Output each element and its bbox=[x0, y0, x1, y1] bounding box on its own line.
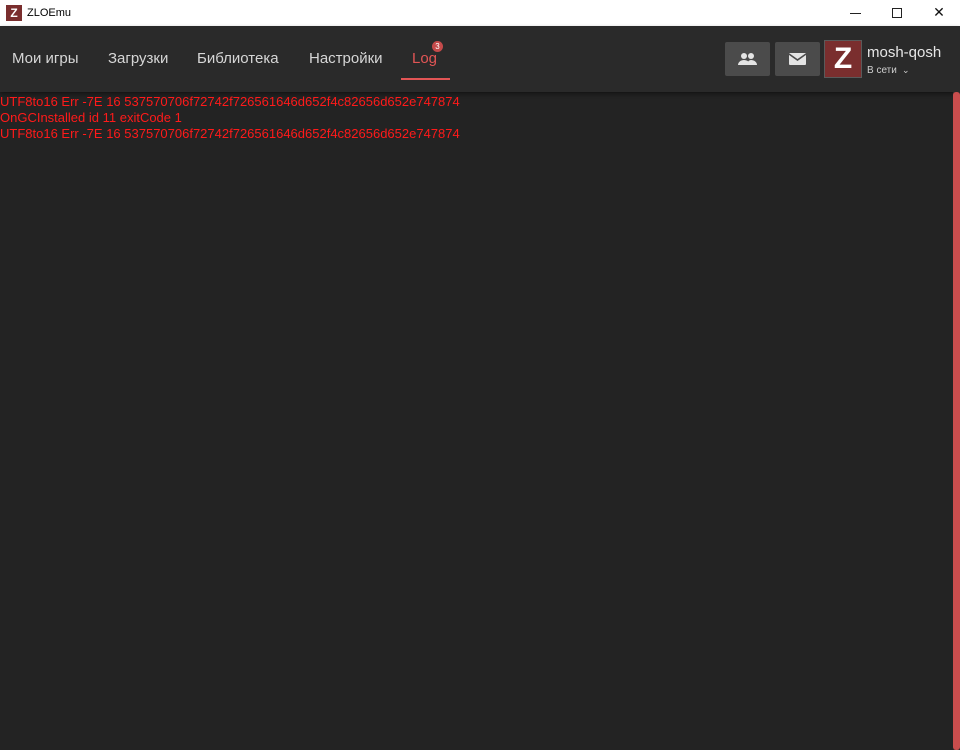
mail-icon bbox=[788, 53, 807, 65]
log-count-badge: 3 bbox=[432, 41, 443, 52]
friends-button[interactable] bbox=[725, 42, 770, 76]
maximize-icon bbox=[892, 8, 902, 18]
tab-log[interactable]: Log bbox=[412, 49, 437, 69]
scrollbar-thumb[interactable] bbox=[953, 92, 960, 750]
top-navigation: Мои игры Загрузки Библиотека Настройки L… bbox=[0, 26, 960, 92]
log-line: UTF8to16 Err -7E 16 537570706f72742f7265… bbox=[0, 94, 460, 109]
people-icon bbox=[738, 53, 757, 65]
minimize-button[interactable] bbox=[832, 0, 878, 26]
tab-my-games[interactable]: Мои игры bbox=[12, 49, 79, 69]
messages-button[interactable] bbox=[775, 42, 820, 76]
avatar-letter: Z bbox=[833, 42, 853, 75]
minimize-icon bbox=[849, 12, 861, 14]
window-titlebar: Z ZLOEmu ✕ bbox=[0, 0, 960, 26]
app-logo: Z bbox=[6, 5, 22, 21]
avatar[interactable]: Z bbox=[824, 40, 862, 78]
window-title: ZLOEmu bbox=[27, 7, 72, 19]
tab-library[interactable]: Библиотека bbox=[197, 49, 279, 69]
log-output: UTF8to16 Err -7E 16 537570706f72742f7265… bbox=[0, 94, 952, 750]
log-line: OnGCInstalled id 11 exitCode 1 bbox=[0, 110, 182, 125]
maximize-button[interactable] bbox=[874, 0, 920, 26]
username[interactable]: mosh-qosh bbox=[867, 44, 941, 62]
user-status[interactable]: В сети bbox=[867, 64, 897, 77]
log-scrollbar[interactable] bbox=[953, 92, 960, 750]
tab-downloads[interactable]: Загрузки bbox=[108, 49, 168, 69]
log-line: UTF8to16 Err -7E 16 537570706f72742f7265… bbox=[0, 126, 460, 141]
active-tab-indicator bbox=[401, 78, 450, 80]
close-button[interactable]: ✕ bbox=[916, 0, 960, 26]
chevron-down-icon[interactable]: ⌄ bbox=[902, 65, 910, 77]
tab-settings[interactable]: Настройки bbox=[309, 49, 383, 69]
